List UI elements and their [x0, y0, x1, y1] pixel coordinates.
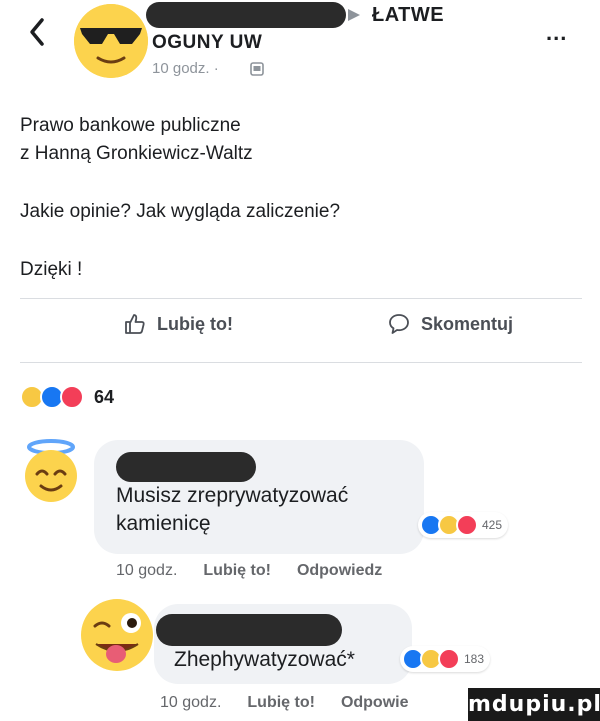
divider-bottom	[20, 362, 582, 363]
post-text-line-3: Jakie opinie? Jak wygląda zaliczenie?	[20, 201, 341, 222]
comment-2-reaction-count: 183	[464, 652, 485, 666]
comment-1-reply-link[interactable]: Odpowiedz	[297, 562, 382, 580]
comment-button[interactable]: Skomentuj	[387, 312, 513, 336]
comment-2-reactions[interactable]: 183	[400, 646, 491, 672]
comment-2-avatar[interactable]	[80, 598, 154, 672]
comment-2-time[interactable]: 10 godz.	[160, 694, 221, 712]
comment-1-text-line-2: kamienicę	[116, 512, 211, 535]
like-button-label: Lubię to!	[157, 313, 233, 334]
comment-1-reactions[interactable]: 425	[418, 512, 509, 538]
post-text-line-4: Dzięki !	[20, 259, 83, 280]
post-timestamp[interactable]: 10 godz. ·	[152, 60, 219, 77]
comment-1-like-link[interactable]: Lubię to!	[203, 562, 271, 580]
page-name[interactable]: OGUNY UW	[152, 32, 262, 54]
comment-button-label: Skomentuj	[421, 313, 514, 334]
comment-2-reply-link[interactable]: Odpowie	[341, 694, 409, 712]
winking-tongue-emoji-icon	[81, 599, 153, 671]
group-name[interactable]: ŁATWE	[372, 4, 444, 27]
watermark-logo: mdupiu.pl	[468, 688, 600, 721]
redacted-name-bar	[146, 2, 346, 28]
privacy-icon	[250, 62, 264, 76]
comment-1-avatar[interactable]	[18, 438, 84, 504]
triangle-right-icon	[348, 9, 360, 21]
innocent-emoji-icon	[25, 439, 77, 502]
post-text-line-2: z Hanną Gronkiewicz-Waltz	[20, 143, 253, 164]
comment-2-meta: 10 godz. Lubię to! Odpowie	[160, 694, 409, 712]
reactions-summary[interactable]: 64	[20, 385, 114, 409]
like-button[interactable]: Lubię to!	[123, 312, 233, 336]
comment-2-redacted-author	[156, 614, 342, 646]
comment-1-redacted-author	[116, 452, 256, 482]
love-reaction-icon	[438, 648, 460, 670]
love-reaction-icon	[60, 385, 84, 409]
chevron-left-icon[interactable]	[26, 14, 48, 50]
divider-top	[20, 298, 582, 299]
reactions-count: 64	[94, 386, 115, 407]
comment-1-reaction-count: 425	[482, 518, 503, 532]
comment-2-text: Zhephywatyzować*	[174, 648, 355, 671]
more-icon[interactable]: ...	[546, 20, 567, 46]
comment-1-time[interactable]: 10 godz.	[116, 562, 177, 580]
comment-bubble-icon	[389, 314, 409, 334]
page-avatar[interactable]	[74, 4, 148, 78]
comment-1-meta: 10 godz. Lubię to! Odpowiedz	[116, 562, 382, 580]
thumbs-up-icon	[125, 314, 145, 334]
post-text-line-1: Prawo bankowe publiczne	[20, 115, 241, 136]
comment-1-text-line-1: Musisz zreprywatyzować	[116, 484, 349, 507]
comment-2-like-link[interactable]: Lubię to!	[247, 694, 315, 712]
sunglasses-emoji-icon	[74, 4, 148, 78]
love-reaction-icon	[456, 514, 478, 536]
